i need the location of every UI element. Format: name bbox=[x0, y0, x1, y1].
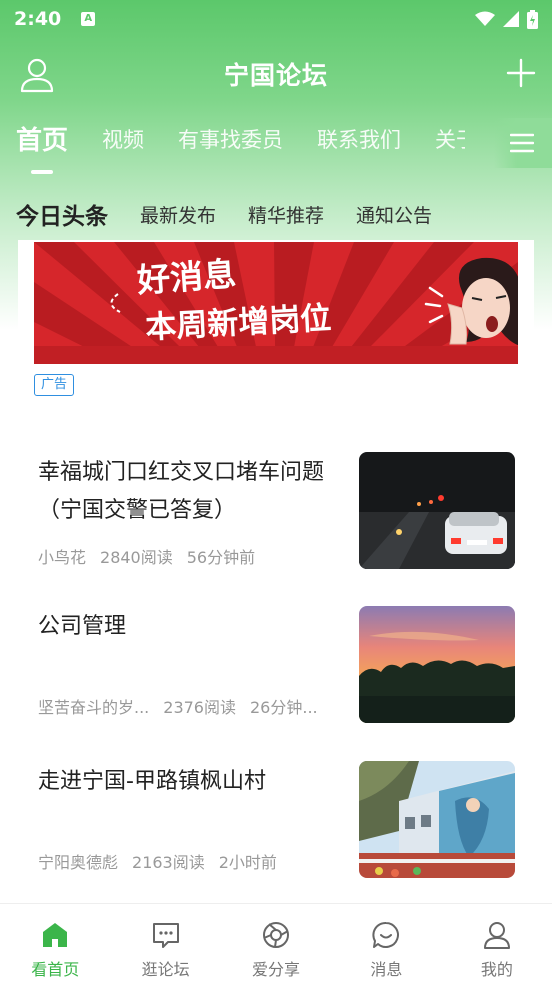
list-item[interactable]: 幸福城门口红交叉口堵车问题（宁国交警已答复） 小鸟花 2840阅读 56分钟前 bbox=[0, 452, 552, 582]
nav-home-label: 看首页 bbox=[31, 960, 80, 979]
ad-label: 广告 bbox=[34, 374, 75, 396]
news-meta: 小鸟花 2840阅读 56分钟前 bbox=[38, 544, 342, 568]
banner-line1: 好消息 bbox=[135, 254, 237, 300]
nav-share-label: 爱分享 bbox=[252, 960, 301, 979]
tab-about[interactable]: 关于 bbox=[435, 118, 465, 154]
status-time: 2:40 bbox=[14, 8, 62, 30]
tab-home[interactable]: 首页 bbox=[16, 118, 68, 157]
primary-tabs: 首页 视频 有事找委员 联系我们 关于 bbox=[0, 118, 552, 176]
signal-icon bbox=[503, 11, 519, 27]
news-author: 坚苦奋斗的岁... bbox=[38, 698, 150, 717]
chat-box-icon bbox=[152, 923, 179, 948]
ad-banner[interactable]: 好消息 本周新增岗位 bbox=[34, 242, 518, 364]
secondary-tabs: 今日头条 最新发布 精华推荐 通知公告 bbox=[0, 188, 552, 240]
status-icons bbox=[475, 9, 538, 29]
news-title: 公司管理 bbox=[38, 614, 127, 639]
tab-video[interactable]: 视频 bbox=[102, 118, 144, 154]
nav-forum[interactable]: 逛论坛 bbox=[110, 904, 220, 983]
add-icon[interactable] bbox=[506, 58, 536, 88]
news-time: 56分钟前 bbox=[186, 548, 256, 567]
nav-home[interactable]: 看首页 bbox=[0, 904, 110, 983]
menu-icon bbox=[510, 133, 534, 153]
list-item[interactable]: 走进宁国-甲路镇枫山村 宁阳奥德彪 2163阅读 2小时前 bbox=[0, 761, 552, 891]
news-reads: 2163阅读 bbox=[132, 853, 205, 872]
notification-icon: A bbox=[81, 12, 96, 26]
page-title: 宁国论坛 bbox=[223, 61, 328, 90]
banner-image: 好消息 本周新增岗位 bbox=[34, 242, 518, 364]
nav-share[interactable]: 爱分享 bbox=[221, 904, 331, 983]
nav-messages[interactable]: 消息 bbox=[331, 904, 441, 983]
news-reads: 2376阅读 bbox=[163, 698, 236, 717]
user-icon bbox=[483, 922, 510, 949]
app-header: 宁国论坛 bbox=[0, 44, 552, 104]
news-reads: 2840阅读 bbox=[100, 548, 173, 567]
nav-profile-label: 我的 bbox=[480, 960, 513, 979]
tab-contact[interactable]: 联系我们 bbox=[317, 118, 401, 154]
wifi-icon bbox=[475, 11, 495, 26]
tab-latest[interactable]: 最新发布 bbox=[140, 201, 216, 228]
nav-messages-label: 消息 bbox=[370, 960, 403, 979]
list-item[interactable]: 公司管理 坚苦奋斗的岁... 2376阅读 26分钟... bbox=[0, 606, 552, 736]
news-meta: 坚苦奋斗的岁... 2376阅读 26分钟... bbox=[38, 694, 342, 718]
nav-profile[interactable]: 我的 bbox=[442, 904, 552, 983]
tab-committee[interactable]: 有事找委员 bbox=[178, 118, 283, 154]
news-author: 小鸟花 bbox=[38, 548, 87, 567]
tab-announcements[interactable]: 通知公告 bbox=[356, 201, 432, 228]
news-time: 26分钟... bbox=[250, 698, 318, 717]
news-thumbnail bbox=[359, 606, 515, 723]
home-icon bbox=[43, 923, 68, 947]
tab-menu-button[interactable] bbox=[494, 118, 552, 168]
news-thumbnail bbox=[359, 761, 515, 878]
news-meta: 宁阳奥德彪 2163阅读 2小时前 bbox=[38, 849, 342, 873]
news-author: 宁阳奥德彪 bbox=[38, 853, 119, 872]
tab-headlines[interactable]: 今日头条 bbox=[16, 197, 108, 231]
news-time: 2小时前 bbox=[218, 853, 277, 872]
nav-forum-label: 逛论坛 bbox=[141, 960, 190, 979]
news-title: 幸福城门口红交叉口堵车问题（宁国交警已答复） bbox=[38, 460, 325, 523]
tab-featured[interactable]: 精华推荐 bbox=[248, 201, 324, 228]
battery-icon bbox=[527, 9, 538, 29]
news-thumbnail bbox=[359, 452, 515, 569]
message-bubble-icon bbox=[372, 921, 400, 948]
status-bar: 2:40 A bbox=[0, 0, 552, 38]
news-title: 走进宁国-甲路镇枫山村 bbox=[38, 769, 266, 794]
user-icon[interactable] bbox=[18, 56, 56, 94]
bottom-nav: 看首页 逛论坛 爱分享 消息 我的 bbox=[0, 903, 552, 983]
aperture-icon bbox=[263, 922, 290, 948]
